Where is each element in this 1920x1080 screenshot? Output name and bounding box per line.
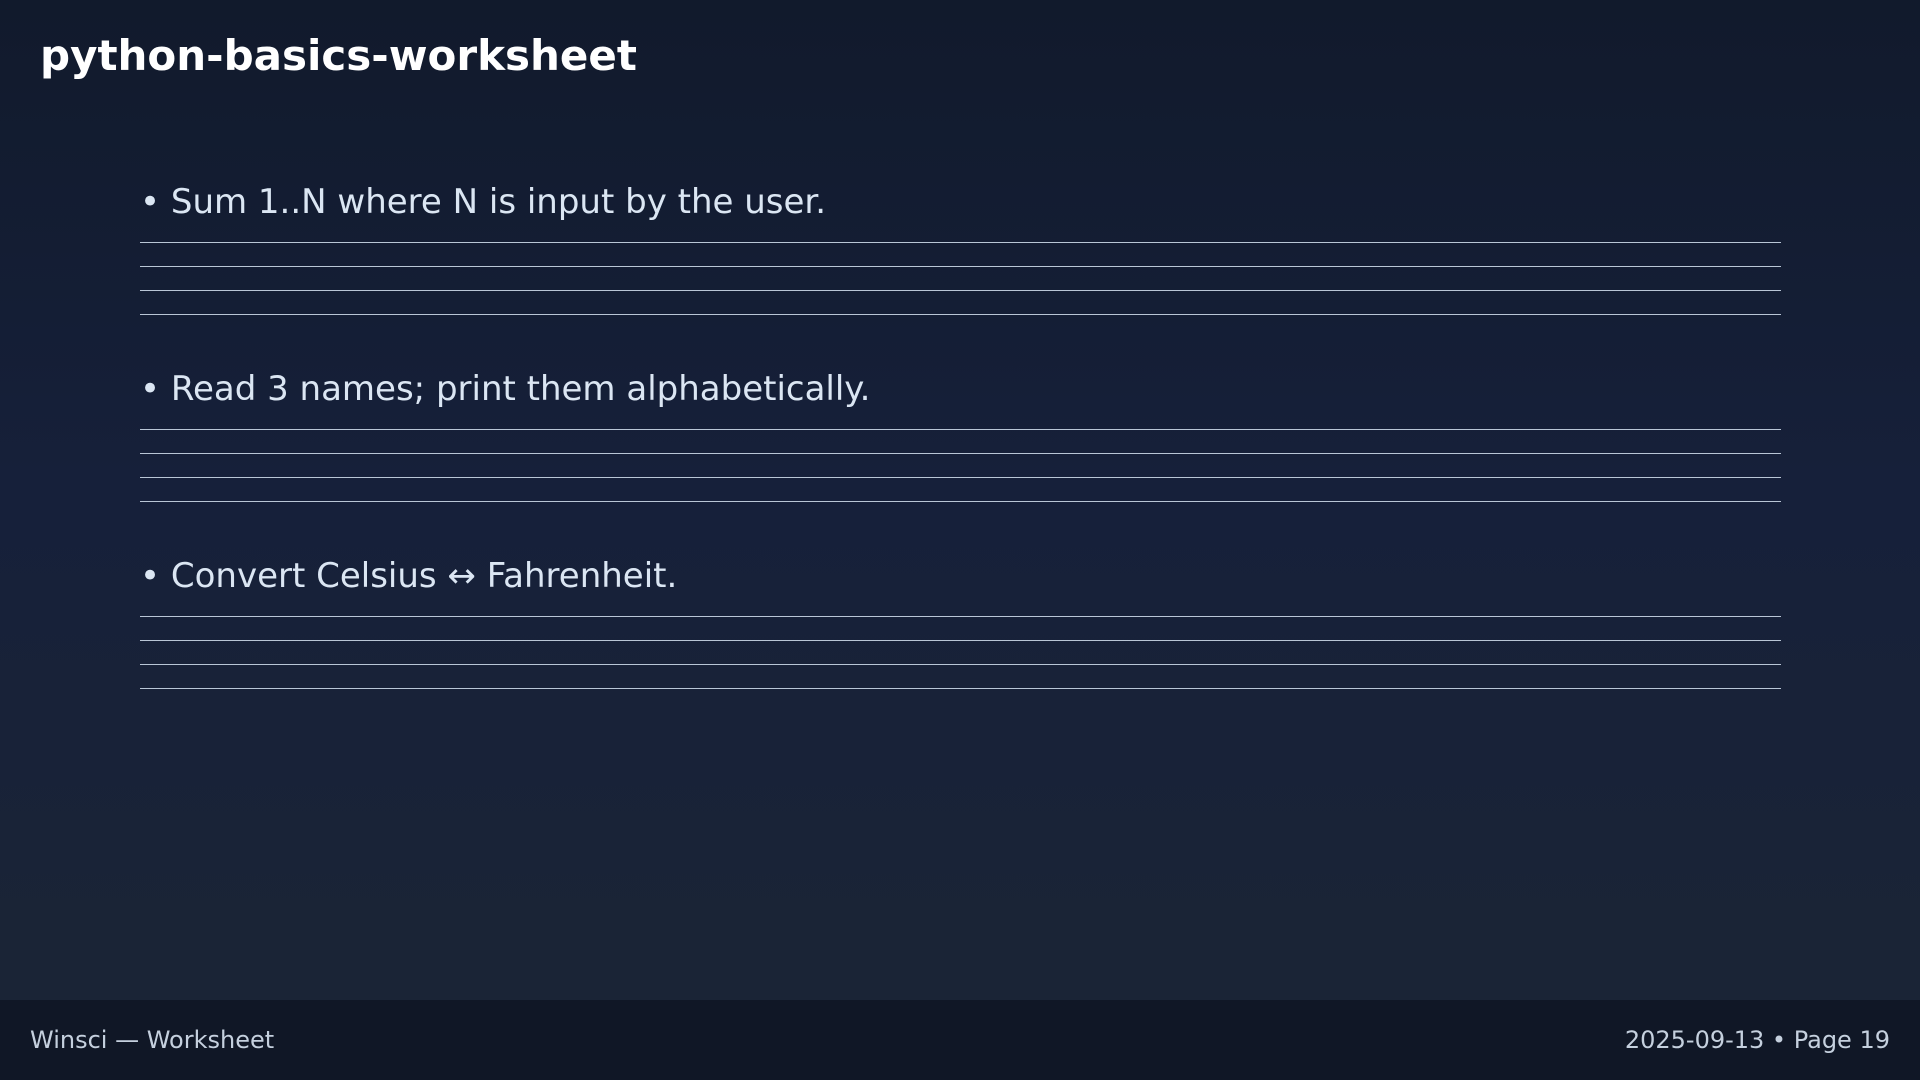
answer-line [140, 616, 1781, 617]
answer-lines [140, 242, 1781, 315]
footer-brand: Winsci — Worksheet [30, 1026, 275, 1054]
answer-line [140, 314, 1781, 315]
answer-line [140, 688, 1781, 689]
answer-line [140, 266, 1781, 267]
answer-lines [140, 616, 1781, 689]
answer-line [140, 429, 1781, 430]
answer-line [140, 477, 1781, 478]
page-title: python-basics-worksheet [40, 31, 637, 80]
question-item: • Read 3 names; print them alphabeticall… [140, 367, 1781, 502]
footer-bar: Winsci — Worksheet 2025-09-13 • Page 19 [0, 1000, 1920, 1080]
question-text: • Convert Celsius ↔ Fahrenheit. [140, 556, 678, 596]
answer-line [140, 501, 1781, 502]
answer-line [140, 242, 1781, 243]
answer-lines [140, 429, 1781, 502]
answer-line [140, 453, 1781, 454]
answer-line [140, 290, 1781, 291]
question-item: • Convert Celsius ↔ Fahrenheit. [140, 554, 1781, 689]
answer-line [140, 664, 1781, 665]
question-text: • Sum 1..N where N is input by the user. [140, 182, 827, 222]
question-item: • Sum 1..N where N is input by the user. [140, 180, 1781, 315]
question-text: • Read 3 names; print them alphabeticall… [140, 369, 871, 409]
answer-line [140, 640, 1781, 641]
footer-date-page: 2025-09-13 • Page 19 [1624, 1026, 1890, 1054]
question-list: • Sum 1..N where N is input by the user.… [140, 180, 1781, 741]
